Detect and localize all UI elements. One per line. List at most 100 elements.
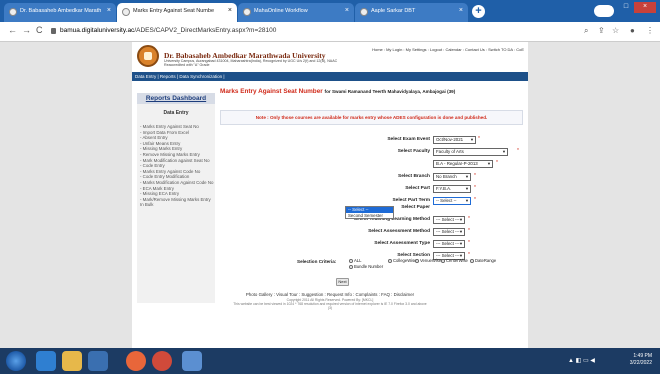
assessment-type-select[interactable]: --- Select --- ▼ — [433, 240, 465, 248]
forward-icon[interactable]: → — [22, 25, 31, 35]
tab-aaple-sarkar[interactable]: Aaple Sarkar DBT × — [355, 3, 468, 22]
sidebar-menu: - Marks Entry Against Seat No - Import D… — [140, 124, 214, 208]
radio-icon — [470, 258, 474, 263]
menu-kebab-icon[interactable]: ⋮ — [646, 26, 654, 35]
site-favicon-icon — [122, 8, 130, 16]
chevron-down-icon: ▼ — [487, 161, 491, 166]
new-tab-button[interactable]: + — [472, 5, 485, 18]
close-icon[interactable]: × — [228, 7, 232, 14]
assessment-method-select[interactable]: --- Select --- ▼ — [433, 228, 465, 236]
window-close-icon[interactable]: × — [634, 2, 656, 13]
radio-label: CollegeWise — [393, 258, 417, 263]
reload-icon[interactable]: C — [36, 25, 43, 35]
radio-icon — [441, 258, 445, 263]
back-icon[interactable]: ← — [8, 25, 17, 35]
close-icon[interactable]: × — [459, 7, 463, 14]
close-icon[interactable]: × — [345, 7, 349, 14]
address-bar[interactable]: bamua.digitaluniversity.ac/ADES/CAPV2_Di… — [60, 27, 276, 34]
criteria-label: Selection Criteria: — [297, 259, 337, 264]
teaching-method-select[interactable]: --- Select --- ▼ — [433, 216, 465, 224]
site-favicon-icon — [360, 8, 368, 16]
select-value: No Branch — [436, 174, 457, 179]
radio-label: CenterWise — [446, 258, 468, 263]
chevron-down-icon: ▼ — [465, 186, 469, 191]
window-controls: – □ × — [602, 2, 656, 13]
row-assessment-type: Select Assessment Type --- Select --- ▼ * — [220, 240, 523, 249]
tab-label: Aaple Sarkar DBT — [371, 8, 416, 14]
chevron-down-icon: ▼ — [459, 241, 463, 246]
university-logo-icon — [137, 45, 159, 67]
sidebar-item-bulk-missing[interactable]: - Mark/Remove Missing Marks Entry In Bul… — [140, 197, 214, 208]
account-icon[interactable]: ● — [630, 26, 635, 35]
page-title-text: Marks Entry Against Seat Number — [220, 88, 323, 95]
share-icon[interactable]: ⇪ — [598, 26, 605, 35]
row-faculty: Select Faculty Faculty of Arts ▼ * — [220, 148, 523, 157]
footer-links[interactable]: Photo Gallery : Visual Tour : Suggestion… — [132, 292, 528, 297]
radio-all[interactable]: ALL — [349, 258, 361, 263]
dropdown-option-second-semester[interactable]: Second Semester — [346, 213, 393, 219]
sub-menu-bar — [132, 81, 528, 86]
row-assessment-method: Select Assessment Method --- Select --- ▼… — [220, 228, 523, 237]
site-favicon-icon — [243, 8, 251, 16]
ie-icon[interactable] — [36, 351, 56, 371]
exam-event-select[interactable]: Oct/Nov-2021 ▼ — [433, 136, 476, 144]
system-clock[interactable]: 1:49 PM 3/22/2022 — [630, 353, 652, 367]
lock-icon — [51, 28, 56, 34]
faculty-select[interactable]: Faculty of Arts ▼ — [433, 148, 508, 156]
select-value: Oct/Nov-2021 — [436, 137, 464, 142]
chrome-icon[interactable] — [152, 351, 172, 371]
radio-centerwise[interactable]: CenterWise — [441, 258, 468, 263]
field-label: Select Exam Event — [387, 137, 430, 142]
required-mark: * — [468, 240, 470, 246]
row-branch: Select Branch No Branch ▼ * — [220, 173, 523, 182]
radio-venuewise[interactable]: VenueWise — [415, 258, 441, 263]
zoom-icon[interactable]: ⌕ — [584, 26, 588, 36]
start-button-icon[interactable] — [6, 351, 26, 371]
required-mark: * — [474, 197, 476, 203]
required-mark: * — [478, 136, 480, 142]
radio-daterange[interactable]: DateRange — [470, 258, 496, 263]
reports-dashboard-link[interactable]: Reports Dashboard — [137, 93, 215, 104]
required-mark: * — [468, 228, 470, 234]
close-icon[interactable]: × — [107, 7, 111, 14]
app-window-icon[interactable] — [182, 351, 202, 371]
media-player-icon[interactable] — [88, 351, 108, 371]
branch-select[interactable]: No Branch ▼ — [433, 173, 471, 181]
required-mark: * — [496, 160, 498, 166]
system-tray-icons[interactable]: ▲ ◧ ▭ ◀ — [568, 357, 595, 364]
course-select[interactable]: B.A - Regular-P-2013 ▼ — [433, 160, 493, 168]
tab-label: Dr. Babasaheb Ambedkar Marath — [20, 8, 102, 14]
institute-name: for Swami Ramanand Teerth Mahavidyalaya,… — [324, 89, 456, 94]
minimize-icon[interactable]: – — [602, 2, 618, 13]
field-label: Select Faculty — [397, 149, 430, 154]
url-host: bamua.digitaluniversity.ac — [60, 27, 135, 34]
next-button[interactable]: Next — [336, 278, 349, 286]
file-explorer-icon[interactable] — [62, 351, 82, 371]
top-links[interactable]: Home : My Login : My Settings : Logout :… — [372, 47, 524, 52]
field-label: Select Branch — [398, 174, 430, 179]
sidebar-item-marks-modification-code[interactable]: - Marks Modification Against Code No — [140, 180, 214, 186]
select-value: --- Select --- — [436, 241, 460, 246]
tab-marks-entry[interactable]: Marks Entry Against Seat Numbe × — [117, 3, 237, 22]
tab-mahaonline[interactable]: MahaOnline Workflow × — [238, 3, 354, 22]
row-course: B.A - Regular-P-2013 ▼ * — [220, 160, 523, 169]
tab-dbamu[interactable]: Dr. Babasaheb Ambedkar Marath × — [4, 3, 116, 22]
radio-bundle-number[interactable]: Bundle Number — [349, 264, 383, 269]
main-menu-bar[interactable]: Data Entry | Reports | Data Synchronizat… — [132, 72, 528, 81]
note-box: Note : Only those courses are available … — [220, 110, 523, 125]
bookmark-star-icon[interactable]: ☆ — [612, 26, 619, 35]
chevron-down-icon: ▼ — [502, 149, 506, 154]
radio-icon — [388, 258, 392, 263]
field-label: Select Paper — [401, 205, 430, 210]
required-mark: * — [474, 185, 476, 191]
clock-date: 3/22/2022 — [629, 360, 652, 366]
part-select[interactable]: F.Y.B.A. ▼ — [433, 185, 471, 193]
firefox-icon[interactable] — [126, 351, 146, 371]
browser-toolbar: ← → C bamua.digitaluniversity.ac/ADES/CA… — [0, 22, 660, 42]
chevron-down-icon: ▼ — [459, 217, 463, 222]
radio-label: Bundle Number — [354, 264, 384, 269]
field-label: Select Part — [405, 186, 430, 191]
radio-collegewise[interactable]: CollegeWise — [388, 258, 417, 263]
maximize-icon[interactable]: □ — [618, 2, 634, 13]
tab-label: Marks Entry Against Seat Numbe — [133, 8, 215, 14]
